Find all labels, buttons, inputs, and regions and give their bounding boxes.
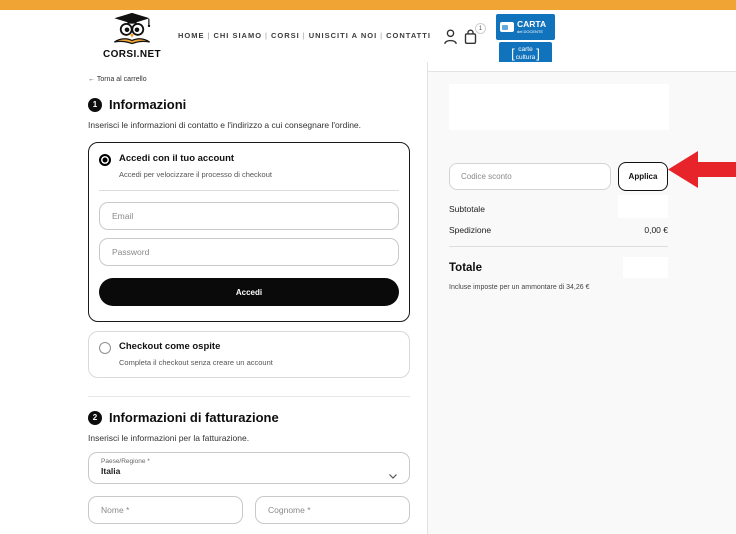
total-value-redacted xyxy=(623,257,668,278)
carta-docente-badge[interactable]: CARTA del DOCENTE xyxy=(496,14,555,40)
step2-number-badge: 2 xyxy=(88,410,102,425)
step1-number-badge: 1 xyxy=(88,97,102,112)
owl-logo-icon xyxy=(109,12,155,50)
guest-option-box: Checkout come ospite Completa il checkou… xyxy=(88,331,410,378)
carta-cultura-line1: carte xyxy=(518,46,533,54)
discount-code-input[interactable] xyxy=(449,163,611,190)
back-to-cart-link[interactable]: ← Torna al carrello xyxy=(88,76,410,83)
chevron-down-icon xyxy=(389,466,397,484)
top-accent-bar xyxy=(0,0,736,10)
bracket-right: ] xyxy=(536,45,540,61)
shipping-label: Spedizione xyxy=(449,225,492,235)
shipping-value: 0,00 € xyxy=(644,225,668,235)
first-name-field[interactable] xyxy=(88,496,243,524)
guest-radio-label: Checkout come ospite xyxy=(119,341,221,352)
step1-title: Informazioni xyxy=(109,97,187,112)
carta-docente-title: CARTA xyxy=(517,19,547,30)
login-box-divider xyxy=(99,190,399,191)
subtotal-value-redacted xyxy=(618,195,668,218)
carta-docente-subtitle: del DOCENTE xyxy=(517,28,544,34)
total-label: Totale xyxy=(449,261,483,274)
shipping-row: Spedizione 0,00 € xyxy=(449,225,668,235)
login-button[interactable]: Accedi xyxy=(99,278,399,306)
nav-item-contatti[interactable]: CONTATTI xyxy=(386,31,431,40)
carta-cultura-line2: cultura xyxy=(515,53,536,61)
step1-heading: 1 Informazioni xyxy=(88,97,410,112)
main-content: ← Torna al carrello 1 Informazioni Inser… xyxy=(0,62,736,534)
section-divider xyxy=(88,396,410,397)
country-select-label: Paese/Regione * xyxy=(101,458,150,465)
subtotal-label: Subtotale xyxy=(449,203,485,214)
total-row: Totale xyxy=(449,257,668,278)
bracket-left: [ xyxy=(511,45,515,61)
red-arrow-annotation xyxy=(668,151,736,188)
cart-count-badge: 1 xyxy=(475,23,486,34)
login-radio-option[interactable]: Accedi con il tuo account xyxy=(99,153,399,166)
step2-title: Informazioni di fatturazione xyxy=(109,410,279,425)
summary-divider xyxy=(449,246,668,247)
subtotal-row: Subtotale xyxy=(449,195,668,218)
guest-radio-option[interactable]: Checkout come ospite xyxy=(99,341,399,354)
login-option-box: Accedi con il tuo account Accedi per vel… xyxy=(88,142,410,322)
site-logo[interactable]: CORSI.NET xyxy=(97,12,167,60)
name-fields-row xyxy=(88,496,410,524)
order-summary-panel: Applica Subtotale Spedizione 0,00 € Tota… xyxy=(428,71,736,534)
nav-item-unisciti[interactable]: UNISCITI A NOI xyxy=(309,31,377,40)
password-field[interactable] xyxy=(99,238,399,266)
order-summary-column: Applica Subtotale Spedizione 0,00 € Tota… xyxy=(427,62,736,534)
card-icon xyxy=(500,22,514,32)
brand-name: CORSI.NET xyxy=(102,49,162,60)
account-icon[interactable] xyxy=(443,28,458,46)
login-radio-subtext: Accedi per velocizzare il processo di ch… xyxy=(119,170,272,179)
checkout-page: CORSI.NET HOME | CHI SIAMO | CORSI | UNISCITI … xyxy=(0,0,736,534)
email-field[interactable] xyxy=(99,202,399,230)
step2-heading: 2 Informazioni di fatturazione xyxy=(88,410,410,425)
nav-item-corsi[interactable]: CORSI xyxy=(271,31,300,40)
last-name-field[interactable] xyxy=(255,496,410,524)
country-select[interactable]: Paese/Regione * Italia xyxy=(88,452,410,484)
main-nav: HOME | CHI SIAMO | CORSI | UNISCITI A NOI | CONT… xyxy=(178,31,431,40)
discount-code-row: Applica xyxy=(449,162,668,191)
radio-selected-icon[interactable] xyxy=(99,154,111,166)
step1-subtitle: Inserisci le informazioni di contatto e … xyxy=(88,120,362,130)
guest-radio-subtext: Completa il checkout senza creare un acc… xyxy=(119,358,273,367)
radio-unselected-icon[interactable] xyxy=(99,342,111,354)
step2-subtitle: Inserisci le informazioni per la fattura… xyxy=(88,433,250,443)
site-header: CORSI.NET HOME | CHI SIAMO | CORSI | UNISCITI … xyxy=(0,10,736,65)
back-arrow-icon: ← xyxy=(88,76,95,83)
order-summary-redacted-box xyxy=(449,84,669,130)
checkout-form-column: ← Torna al carrello 1 Informazioni Inser… xyxy=(0,62,427,534)
nav-item-chi-siamo[interactable]: CHI SIAMO xyxy=(213,31,262,40)
login-radio-label: Accedi con il tuo account xyxy=(119,153,235,164)
tax-note: Incluse imposte per un ammontare di 34,2… xyxy=(449,284,590,291)
country-select-value: Italia xyxy=(101,466,121,476)
nav-item-home[interactable]: HOME xyxy=(178,31,205,40)
apply-discount-button[interactable]: Applica xyxy=(618,162,668,191)
